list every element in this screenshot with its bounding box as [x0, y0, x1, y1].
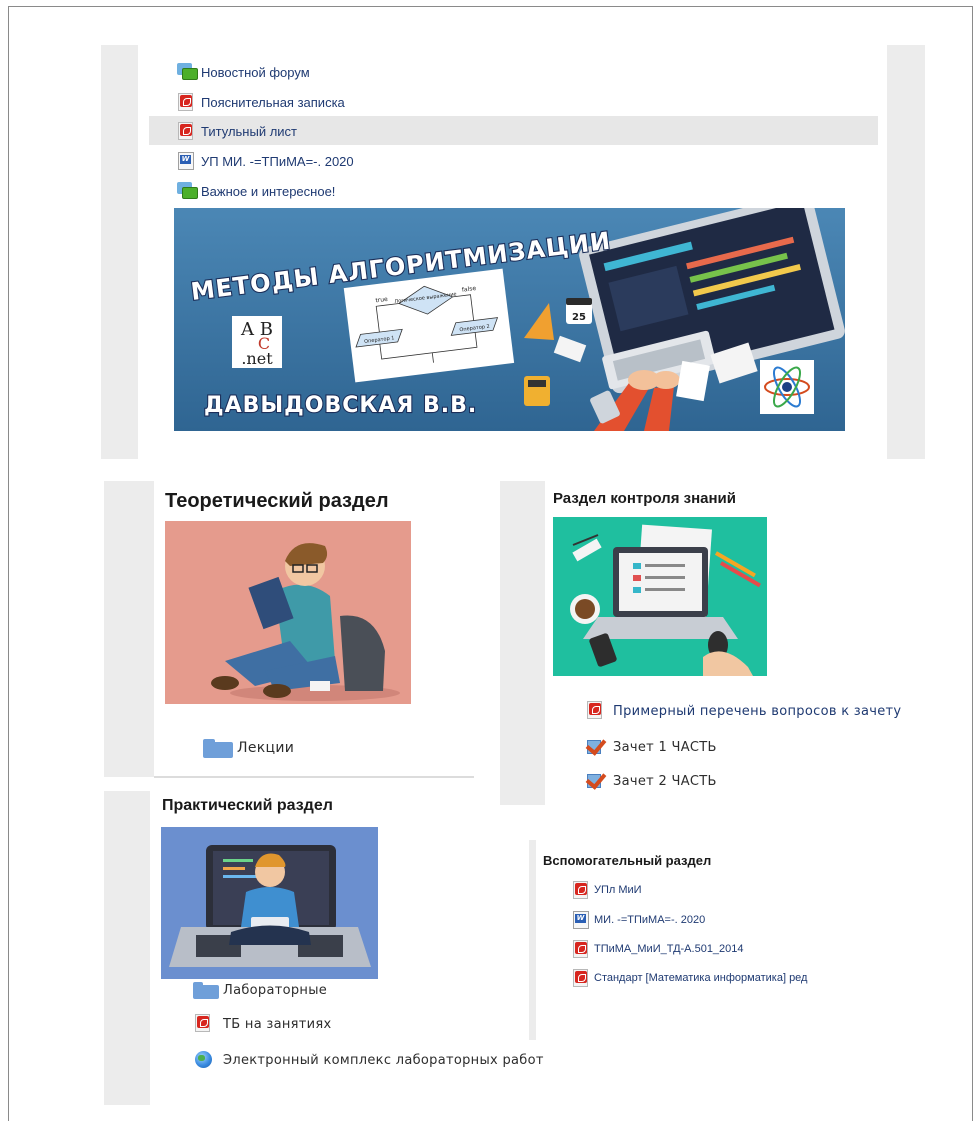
- theory-title: Теоретический раздел: [165, 490, 389, 512]
- pdf-icon: [176, 92, 198, 112]
- aux-link-standard[interactable]: Стандарт [Математика информатика] ред: [571, 968, 807, 988]
- practice-gutter: [104, 791, 150, 1105]
- practice-safety-link[interactable]: ТБ на занятиях: [193, 1013, 332, 1035]
- theory-gutter: [104, 481, 154, 777]
- quiz-icon: [585, 734, 609, 758]
- word-doc-icon: W: [571, 910, 591, 930]
- pdf-icon: [193, 1013, 219, 1035]
- resource-title-page[interactable]: Титульный лист: [176, 117, 297, 145]
- practice-elab-link[interactable]: Электронный комплекс лабораторных работ: [193, 1049, 544, 1071]
- aux-title: Вспомогательный раздел: [543, 853, 712, 868]
- resource-label[interactable]: Пояснительная записка: [201, 95, 345, 110]
- pdf-icon: [571, 880, 591, 900]
- control-questions-link[interactable]: Примерный перечень вопросов к зачету: [585, 700, 901, 722]
- folder-icon: [203, 737, 233, 759]
- word-doc-icon: W: [176, 151, 198, 171]
- quiz-icon: [585, 768, 609, 792]
- theory-bottom-divider: [154, 776, 474, 778]
- control-test2-link[interactable]: Зачет 2 ЧАСТЬ: [585, 768, 717, 792]
- link-label[interactable]: ТБ на занятиях: [223, 1017, 332, 1032]
- control-test1-link[interactable]: Зачет 1 ЧАСТЬ: [585, 734, 717, 758]
- link-label[interactable]: Стандарт [Математика информатика] ред: [594, 972, 807, 984]
- control-illustration: [553, 517, 767, 676]
- folder-icon: [193, 980, 219, 1000]
- aux-link-upl[interactable]: УПл МиИ: [571, 880, 642, 900]
- aux-link-td[interactable]: ТПиМА_МиИ_ТД-А.501_2014: [571, 939, 744, 959]
- link-label[interactable]: УПл МиИ: [594, 884, 642, 896]
- theory-illustration: [165, 521, 411, 704]
- pdf-icon: [176, 121, 198, 141]
- aux-link-mi[interactable]: W МИ. -=ТПиМА=-. 2020: [571, 910, 705, 930]
- control-title: Раздел контроля знаний: [553, 490, 736, 507]
- logo-net: .net: [241, 349, 273, 368]
- link-label[interactable]: МИ. -=ТПиМА=-. 2020: [594, 914, 705, 926]
- resource-label[interactable]: УП МИ. -=ТПиМА=-. 2020: [201, 154, 354, 169]
- link-label[interactable]: Зачет 1 ЧАСТЬ: [613, 740, 717, 755]
- pdf-icon: [571, 968, 591, 988]
- link-label[interactable]: Электронный комплекс лабораторных работ: [223, 1053, 544, 1068]
- pdf-icon: [571, 939, 591, 959]
- resource-label[interactable]: Новостной форум: [201, 65, 310, 80]
- resource-news-forum[interactable]: Новостной форум: [176, 58, 310, 86]
- theory-lectures-link[interactable]: Лекции: [203, 737, 294, 759]
- course-banner: 25 Логическое выражение true false Опера…: [174, 208, 845, 431]
- link-label[interactable]: Примерный перечень вопросов к зачету: [613, 704, 901, 719]
- resource-curriculum[interactable]: W УП МИ. -=ТПиМА=-. 2020: [176, 147, 354, 175]
- globe-icon: [193, 1049, 219, 1071]
- banner-author: ДАВЫДОВСКАЯ В.В.: [204, 393, 477, 418]
- forum-icon: [176, 181, 198, 201]
- pdf-icon: [585, 700, 609, 722]
- resource-explanatory-note[interactable]: Пояснительная записка: [176, 88, 345, 116]
- calendar-day: 25: [572, 312, 586, 323]
- link-label[interactable]: ТПиМА_МиИ_ТД-А.501_2014: [594, 943, 744, 955]
- forum-icon: [176, 62, 198, 82]
- link-label[interactable]: Зачет 2 ЧАСТЬ: [613, 774, 717, 789]
- aux-gutter: [529, 840, 536, 1040]
- control-gutter: [500, 481, 545, 805]
- resource-label[interactable]: Важное и интересное!: [201, 184, 335, 199]
- link-label[interactable]: Лекции: [237, 740, 294, 756]
- practice-title: Практический раздел: [162, 797, 333, 814]
- practice-labs-link[interactable]: Лабораторные: [193, 980, 327, 1000]
- resource-important-forum[interactable]: Важное и интересное!: [176, 177, 335, 205]
- resource-label[interactable]: Титульный лист: [201, 124, 297, 139]
- link-label[interactable]: Лабораторные: [223, 983, 327, 998]
- practice-illustration: [161, 827, 378, 979]
